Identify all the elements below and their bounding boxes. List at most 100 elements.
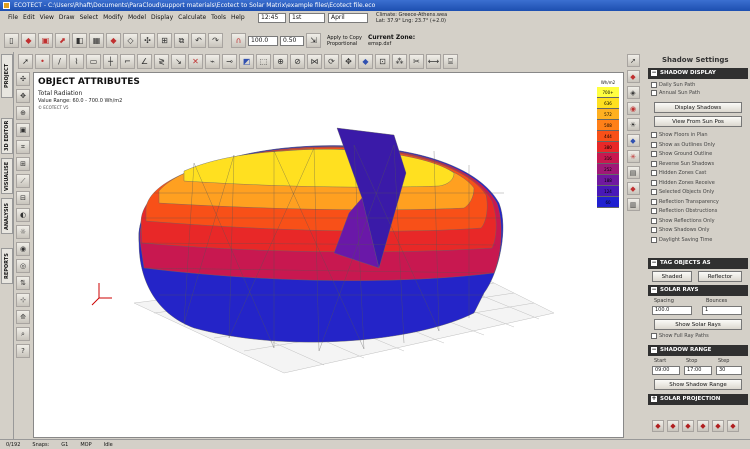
camera-icon[interactable]: ◉ [16,242,30,256]
report-icon[interactable]: ◆ [626,182,640,195]
section-shadow-range[interactable]: − SHADOW RANGE [648,345,748,356]
zoom-icon[interactable]: ⊕ [16,106,30,120]
menu-modify[interactable]: Modify [103,14,123,21]
shadow-option-check[interactable]: Show as Outlines Only [651,141,715,148]
align-icon[interactable]: ⊞ [157,33,172,48]
model-icon[interactable]: ◆ [106,33,121,48]
section-icon[interactable]: ⌸ [443,54,458,69]
shading-icon[interactable]: ◈ [626,86,640,99]
time-field[interactable]: 12:45 [258,13,286,23]
start-input[interactable]: 09:00 [652,366,680,375]
tag-icon[interactable]: ✕ [188,54,203,69]
measure-icon[interactable]: ⟷ [426,54,441,69]
corner-icon[interactable]: ⌐ [120,54,135,69]
split-icon[interactable]: ⊘ [290,54,305,69]
day-select[interactable]: 1st [289,13,325,23]
menu-file[interactable]: File [8,14,18,21]
section-shadow-display[interactable]: − SHADOW DISPLAY [648,68,748,79]
tab-3d-editor[interactable]: 3D EDITOR [1,118,13,154]
lights-icon[interactable]: ◎ [16,259,30,273]
zone-icon[interactable]: ◆ [626,70,640,83]
check-daily-sun-path[interactable]: Daily Sun Path [651,82,695,88]
menu-calculate[interactable]: Calculate [178,14,206,21]
checkbox[interactable] [651,179,657,186]
stop-input[interactable]: 17:00 [684,366,712,375]
checkbox[interactable] [651,227,657,233]
view-from-sun-button[interactable]: View From Sun Pos [654,116,742,127]
plane-icon[interactable]: ▭ [86,54,101,69]
reflector-button[interactable]: Reflector [698,271,742,282]
select-icon[interactable]: ➚ [626,54,640,67]
menu-view[interactable]: View [40,14,54,21]
move-icon[interactable]: ✥ [341,54,356,69]
line-icon[interactable]: / [52,54,67,69]
shadow-option-check[interactable]: Reflection Transparency [651,198,719,205]
shadow-option-check[interactable]: Show Ground Outline [651,151,712,157]
transform-icon[interactable]: ✣ [140,33,155,48]
acoustic-icon[interactable]: ✳ [626,150,640,163]
checkbox[interactable] [651,151,657,157]
checkbox[interactable] [651,236,657,243]
section-view-icon[interactable]: ⟋ [16,174,30,188]
display-shadows-button[interactable]: Display Shadows [654,102,742,113]
zone-tool-4-icon[interactable]: ◆ [697,420,709,432]
shadow-option-check[interactable]: Reverse Sun Shadows [651,160,714,167]
menu-display[interactable]: Display [151,14,173,21]
menu-model[interactable]: Model [128,14,146,21]
checkbox[interactable] [651,141,657,148]
merge-icon[interactable]: ⊕ [273,54,288,69]
angle-icon[interactable]: ∠ [137,54,152,69]
polyline-icon[interactable]: ⌇ [69,54,84,69]
zone-tool-6-icon[interactable]: ◆ [727,420,739,432]
menu-select[interactable]: Select [80,14,99,21]
shadow-option-check[interactable]: Hidden Zones Receive [651,179,715,186]
section-solar-projection[interactable]: + SOLAR PROJECTION [648,394,748,405]
material-icon[interactable]: ◉ [626,102,640,115]
pan-icon[interactable]: ✥ [16,89,30,103]
arrow-icon[interactable]: ↘ [171,54,186,69]
perspective-icon[interactable]: ⌗ [16,140,30,154]
walk-icon[interactable]: ⇅ [16,276,30,290]
bounces-input[interactable]: 1 [702,306,742,315]
tab-project[interactable]: PROJECT [1,54,13,98]
show-solar-rays-button[interactable]: Show Solar Rays [654,319,742,330]
lighting-icon[interactable]: ◆ [626,134,640,147]
resources-icon[interactable]: ▤ [626,166,640,179]
checkbox[interactable] [651,217,657,224]
shadow-option-check[interactable]: Show Reflections Only [651,217,715,224]
menu-draw[interactable]: Draw [59,14,75,21]
tab-reports[interactable]: REPORTS [1,248,13,284]
checkbox[interactable] [651,198,657,205]
link-icon[interactable]: ⌁ [205,54,220,69]
zigzag-icon[interactable]: ≷ [154,54,169,69]
shadow-option-check[interactable]: Reflection Obstructions [651,208,717,214]
open-icon[interactable]: ◆ [21,33,36,48]
help-icon[interactable]: ? [16,344,30,358]
tab-analysis[interactable]: ANALYSIS [1,198,13,234]
sun-icon[interactable]: ☼ [16,225,30,239]
menu-edit[interactable]: Edit [23,14,35,21]
snap-icon[interactable]: ⊡ [375,54,390,69]
face-icon[interactable]: ◩ [239,54,254,69]
point-icon[interactable]: • [35,54,50,69]
checkbox[interactable] [651,170,657,176]
checkbox[interactable] [651,189,657,195]
fly-icon[interactable]: ⟰ [16,310,30,324]
node-icon[interactable]: ◆ [358,54,373,69]
mirror-icon[interactable]: ⧉ [174,33,189,48]
save-icon[interactable]: ▣ [38,33,53,48]
show-shadow-range-button[interactable]: Show Shadow Range [654,379,742,390]
checkbox[interactable] [651,160,657,167]
offset-field[interactable]: 0.50 [280,35,304,46]
zone-tool-5-icon[interactable]: ◆ [712,420,724,432]
section-tag-objects[interactable]: − TAG OBJECTS AS [648,258,748,269]
checkbox[interactable] [651,208,657,214]
rotate-icon[interactable]: ⟳ [324,54,339,69]
layer-icon[interactable]: ◧ [72,33,87,48]
proportional-check[interactable]: Proportional [327,41,362,47]
magnet-icon[interactable]: ∩ [231,33,246,48]
pointer-icon[interactable]: ➚ [18,54,33,69]
section-solar-rays[interactable]: − SOLAR RAYS [648,285,748,296]
extrude-icon[interactable]: ⬚ [256,54,271,69]
join-icon[interactable]: ⋈ [307,54,322,69]
